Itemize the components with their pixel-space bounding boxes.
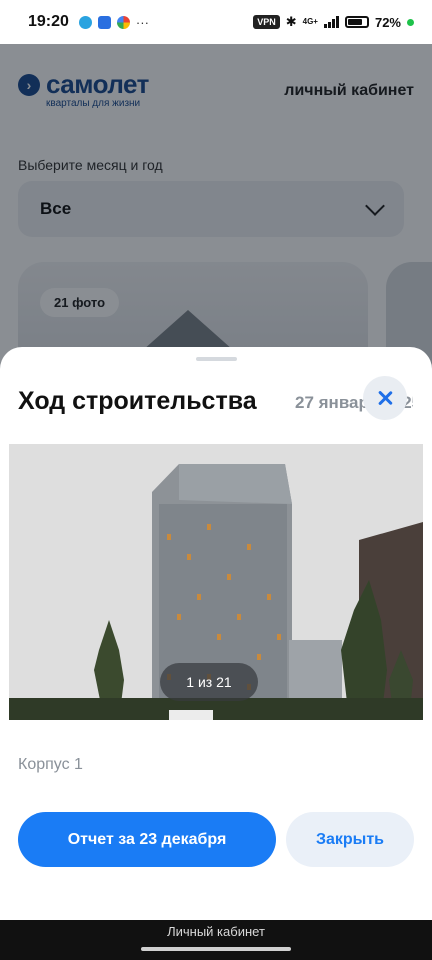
battery-percent: 72% [374, 14, 401, 30]
telegram-icon [78, 15, 92, 29]
bottom-bar-label[interactable]: Личный кабинет [0, 924, 432, 939]
report-button[interactable]: Отчет за 23 декабря [18, 812, 276, 867]
sheet-grabber[interactable] [196, 357, 237, 361]
notification-icons: ··· [78, 14, 149, 30]
sheet-title: Ход строительства [18, 387, 257, 415]
google-icon [116, 15, 130, 29]
network-type: 4G+ [302, 17, 318, 26]
home-indicator[interactable] [141, 947, 291, 951]
signal-icon [323, 16, 339, 28]
more-icon: ··· [135, 14, 149, 30]
system-indicators: VPN ✱ 4G+ 72% [253, 14, 414, 30]
vpn-badge: VPN [253, 15, 280, 29]
status-bar: 19:20 ··· VPN ✱ 4G+ 72% [0, 0, 432, 44]
battery-icon [344, 16, 369, 28]
building-label: Корпус 1 [18, 756, 83, 773]
photo-counter: 1 из 21 [160, 663, 258, 701]
bottom-bar: Личный кабинет [0, 920, 432, 960]
privacy-dot-icon [407, 18, 414, 26]
chat-icon [97, 15, 111, 29]
close-icon [377, 390, 393, 406]
close-text-button[interactable]: Закрыть [286, 812, 414, 867]
construction-progress-sheet: Ход строительства 27 января 2025 1 из 21… [0, 347, 432, 920]
construction-photo[interactable]: 1 из 21 [9, 444, 423, 720]
close-button[interactable] [363, 376, 407, 420]
bluetooth-icon: ✱ [285, 14, 297, 29]
status-time: 19:20 [28, 13, 69, 30]
